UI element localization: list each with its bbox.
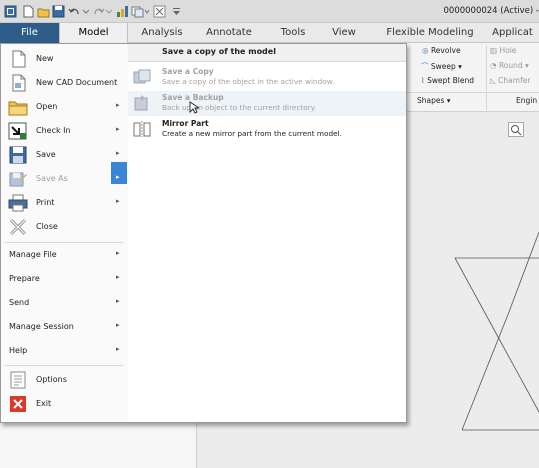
new-document-icon	[8, 50, 28, 68]
check-in-icon	[8, 122, 28, 140]
tab-analysis[interactable]: Analysis	[132, 23, 192, 43]
tab-tools[interactable]: Tools	[272, 23, 314, 43]
submenu-arrow-icon: ▸	[116, 149, 120, 157]
tab-flexible-modeling[interactable]: Flexible Modeling	[382, 23, 478, 43]
hole-button[interactable]: ▥ Hole	[490, 46, 516, 55]
sweep-button[interactable]: ⌒ Sweep ▾	[421, 61, 462, 72]
options-icon	[8, 371, 28, 389]
menu-separator	[5, 365, 123, 366]
tab-annotate[interactable]: Annotate	[198, 23, 260, 43]
round-icon: ◔	[490, 61, 497, 70]
menu-item-exit[interactable]: Exit	[1, 392, 127, 416]
menu-item-options[interactable]: Options	[1, 368, 127, 392]
submenu-arrow-icon: ▸	[116, 297, 120, 305]
open-icon[interactable]	[37, 5, 50, 18]
file-menu-commands: New New CAD Document Open ▸ Check In ▸ S…	[1, 44, 129, 422]
menu-item-help[interactable]: Help ▸	[1, 339, 127, 363]
tab-file[interactable]: File	[0, 23, 59, 43]
printer-icon	[8, 194, 28, 212]
ribbon-panel: ◎ Revolve ⌒ Sweep ▾ ⌇ Swept Blend ▥ Hole…	[400, 43, 539, 112]
menu-item-save-as[interactable]: Save As ▸	[1, 167, 127, 191]
submenu-arrow-icon: ▸	[116, 197, 120, 205]
regenerate-icon[interactable]	[116, 5, 129, 18]
shapes-group-label[interactable]: Shapes ▾	[417, 96, 451, 105]
engineering-group-label: Engin	[516, 96, 538, 105]
revolve-button[interactable]: ◎ Revolve	[422, 46, 461, 55]
ribbon-group-divider	[486, 45, 487, 110]
menu-item-send[interactable]: Send ▸	[1, 291, 127, 315]
chamfer-icon: ◺	[490, 76, 496, 85]
redo-icon[interactable]	[92, 5, 114, 18]
save-copy-icon	[132, 68, 152, 86]
quick-access-toolbar: 0000000024 (Active) -	[0, 0, 539, 23]
menu-item-new[interactable]: New	[1, 47, 127, 71]
tab-model[interactable]: Model	[59, 23, 128, 43]
hole-icon: ▥	[490, 46, 498, 55]
submenu-arrow-icon: ▸	[116, 321, 120, 329]
menu-item-save-a-copy[interactable]: Save a Copy Save a copy of the object in…	[128, 65, 406, 90]
menu-item-save[interactable]: Save ▸	[1, 143, 127, 167]
customize-toolbar-icon[interactable]	[170, 5, 183, 18]
submenu-arrow-icon: ▸	[116, 249, 120, 257]
tab-applications[interactable]: Applicat	[486, 23, 539, 43]
ribbon-divider	[400, 92, 539, 93]
menu-item-close[interactable]: Close	[1, 215, 127, 239]
save-disk-icon	[8, 146, 28, 164]
sweep-icon: ⌒	[421, 62, 429, 71]
new-cad-document-icon	[8, 74, 28, 92]
ribbon-tab-bar: File Model Analysis Annotate Tools View …	[0, 23, 539, 43]
close-x-icon	[8, 218, 28, 236]
menu-item-mirror-part[interactable]: Mirror Part Create a new mirror part fro…	[128, 117, 406, 142]
menu-item-print[interactable]: Print ▸	[1, 191, 127, 215]
swept-blend-icon: ⌇	[421, 76, 425, 85]
windows-icon[interactable]	[131, 5, 151, 18]
submenu-arrow-icon: ▸	[116, 101, 120, 109]
new-icon[interactable]	[22, 5, 35, 18]
file-menu: New New CAD Document Open ▸ Check In ▸ S…	[0, 43, 407, 423]
menu-item-open[interactable]: Open ▸	[1, 95, 127, 119]
swept-blend-button[interactable]: ⌇ Swept Blend	[421, 76, 474, 85]
save-as-icon	[8, 170, 28, 188]
app-menu-icon[interactable]	[4, 5, 17, 18]
submenu-header: Save a copy of the model	[128, 44, 406, 62]
save-as-submenu: Save a copy of the model Save a Copy Sav…	[128, 44, 406, 422]
chevron-down-icon: ▾	[458, 62, 462, 71]
window-title: 0000000024 (Active) -	[443, 6, 539, 16]
round-button[interactable]: ◔ Round ▾	[490, 61, 529, 70]
open-folder-icon	[8, 98, 28, 116]
menu-item-manage-file[interactable]: Manage File ▸	[1, 243, 127, 267]
mouse-cursor-icon	[189, 101, 201, 117]
menu-item-manage-session[interactable]: Manage Session ▸	[1, 315, 127, 339]
submenu-arrow-icon: ▸	[116, 273, 120, 281]
undo-icon[interactable]	[68, 5, 90, 18]
submenu-arrow-icon: ▸	[116, 345, 120, 353]
save-icon[interactable]	[52, 5, 65, 18]
tab-view[interactable]: View	[324, 23, 364, 43]
mirror-part-icon	[132, 120, 152, 138]
submenu-arrow-icon: ▸	[116, 125, 120, 133]
revolve-icon: ◎	[422, 46, 429, 55]
menu-item-check-in[interactable]: Check In ▸	[1, 119, 127, 143]
menu-item-save-a-backup[interactable]: Save a Backup Back up an object to the c…	[128, 91, 406, 116]
submenu-arrow-icon: ▸	[116, 173, 120, 181]
close-window-icon[interactable]	[153, 5, 166, 18]
menu-item-new-cad-document[interactable]: New CAD Document	[1, 71, 127, 95]
menu-item-prepare[interactable]: Prepare ▸	[1, 267, 127, 291]
save-backup-icon	[132, 94, 152, 112]
chamfer-button[interactable]: ◺ Chamfer	[490, 76, 530, 85]
exit-icon	[8, 395, 28, 413]
